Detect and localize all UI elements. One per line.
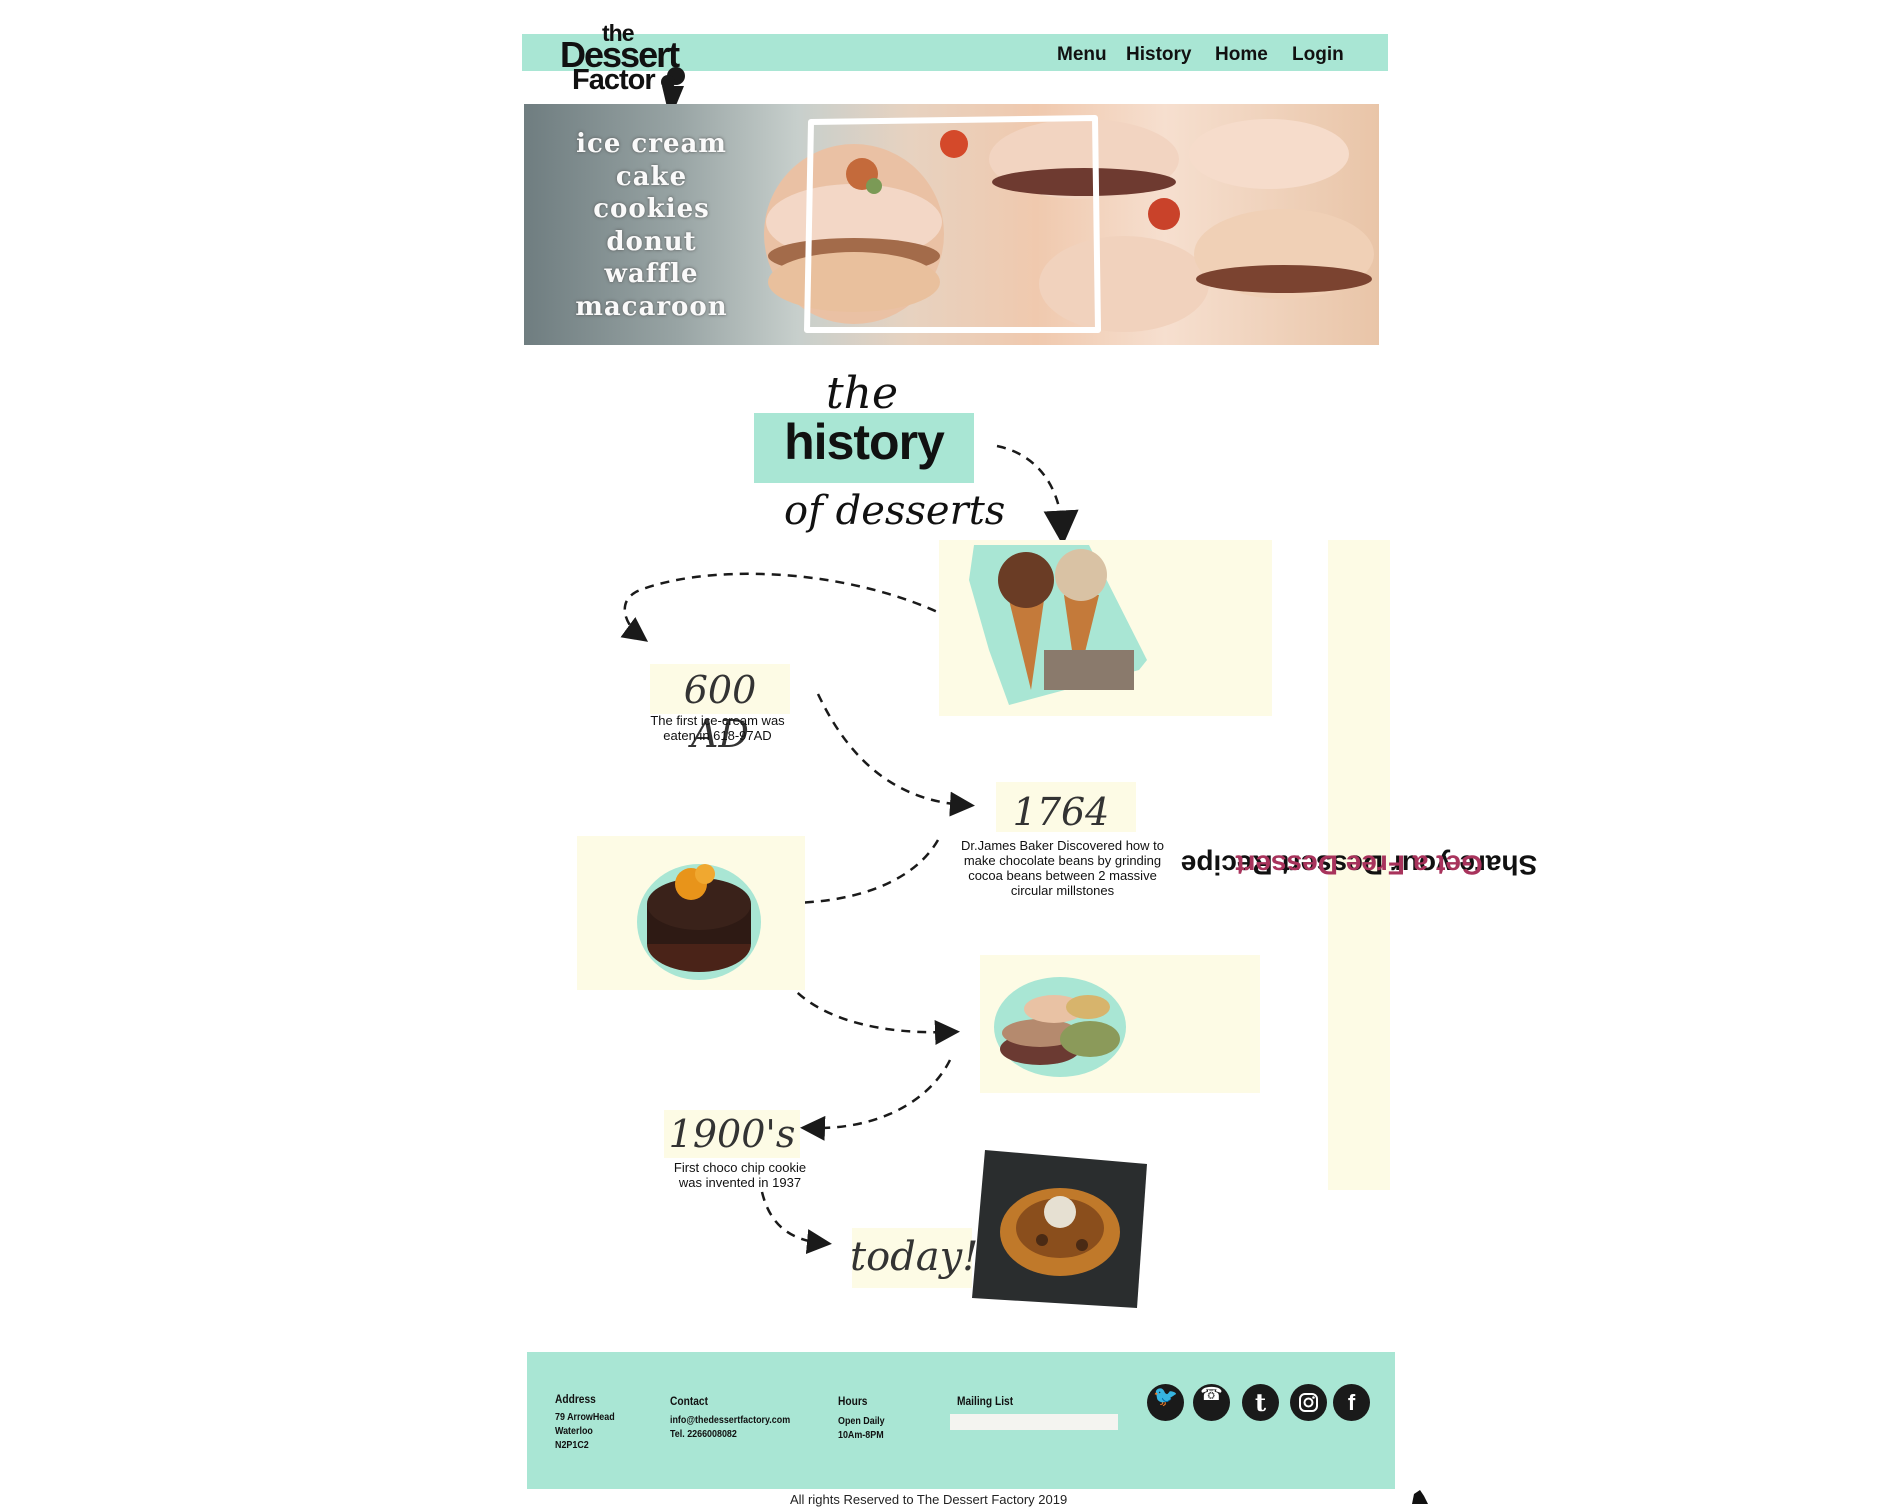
timeline-year-1900s: 1900's (668, 1112, 796, 1156)
waffle-photo (972, 1150, 1147, 1308)
ice-cream-image (969, 545, 1147, 705)
footer-address-heading: Address (555, 1392, 596, 1406)
footer-hours-line: 10Am-8PM (838, 1429, 884, 1441)
timeline-today: today!!! (850, 1234, 1011, 1280)
twitter-icon[interactable]: 🐦 (1147, 1384, 1184, 1421)
tumblr-icon[interactable]: t (1242, 1384, 1279, 1421)
footer-hours-heading: Hours (838, 1394, 868, 1408)
footer-email-link[interactable]: info@thedessertfactory.com (670, 1413, 790, 1427)
footer-address-line: 79 ArrowHead (555, 1411, 615, 1423)
timeline-text-1900s: First choco chip cookie was invented in … (673, 1160, 807, 1190)
footer-contact-heading: Contact (670, 1394, 708, 1408)
footer-hours: Open Daily 10Am-8PM (838, 1414, 885, 1442)
facebook-icon[interactable]: f (1333, 1384, 1370, 1421)
footer-mailing-heading: Mailing List (957, 1394, 1014, 1408)
instagram-glyph (1299, 1393, 1318, 1412)
macaron-stack-image (994, 977, 1126, 1077)
chocolate-cake-image (637, 864, 761, 980)
copyright: All rights Reserved to The Dessert Facto… (790, 1492, 1068, 1507)
timeline-text-600ad: The first ice-cream was eaten in 618-97A… (650, 713, 785, 743)
footer-address-line: Waterloo (555, 1425, 593, 1437)
footer-hours-line: Open Daily (838, 1415, 885, 1427)
whatsapp-icon[interactable]: ☎ (1193, 1384, 1230, 1421)
footer-address: 79 ArrowHead Waterloo N2P1C2 (555, 1410, 615, 1452)
footer-phone: Tel. 2266008082 (670, 1428, 737, 1440)
timeline-year-1764: 1764 (1012, 790, 1110, 834)
corner-icon (1412, 1490, 1428, 1504)
instagram-icon[interactable] (1290, 1384, 1327, 1421)
macaron-card (980, 955, 1260, 1093)
free-dessert-promo[interactable]: Share your Dessert Recipe Get a Free Des… (1181, 540, 1537, 1190)
ice-cream-card (939, 540, 1272, 716)
timeline-text-1764: Dr.James Baker Discovered how to make ch… (960, 838, 1165, 898)
footer-contact: info@thedessertfactory.com Tel. 22660080… (670, 1413, 790, 1441)
footer-address-line: N2P1C2 (555, 1439, 589, 1451)
free-dessert-text: Get a Free Dessert (1235, 850, 1483, 881)
chocolate-cake-card (577, 836, 805, 990)
mailing-list-input[interactable] (950, 1414, 1118, 1430)
